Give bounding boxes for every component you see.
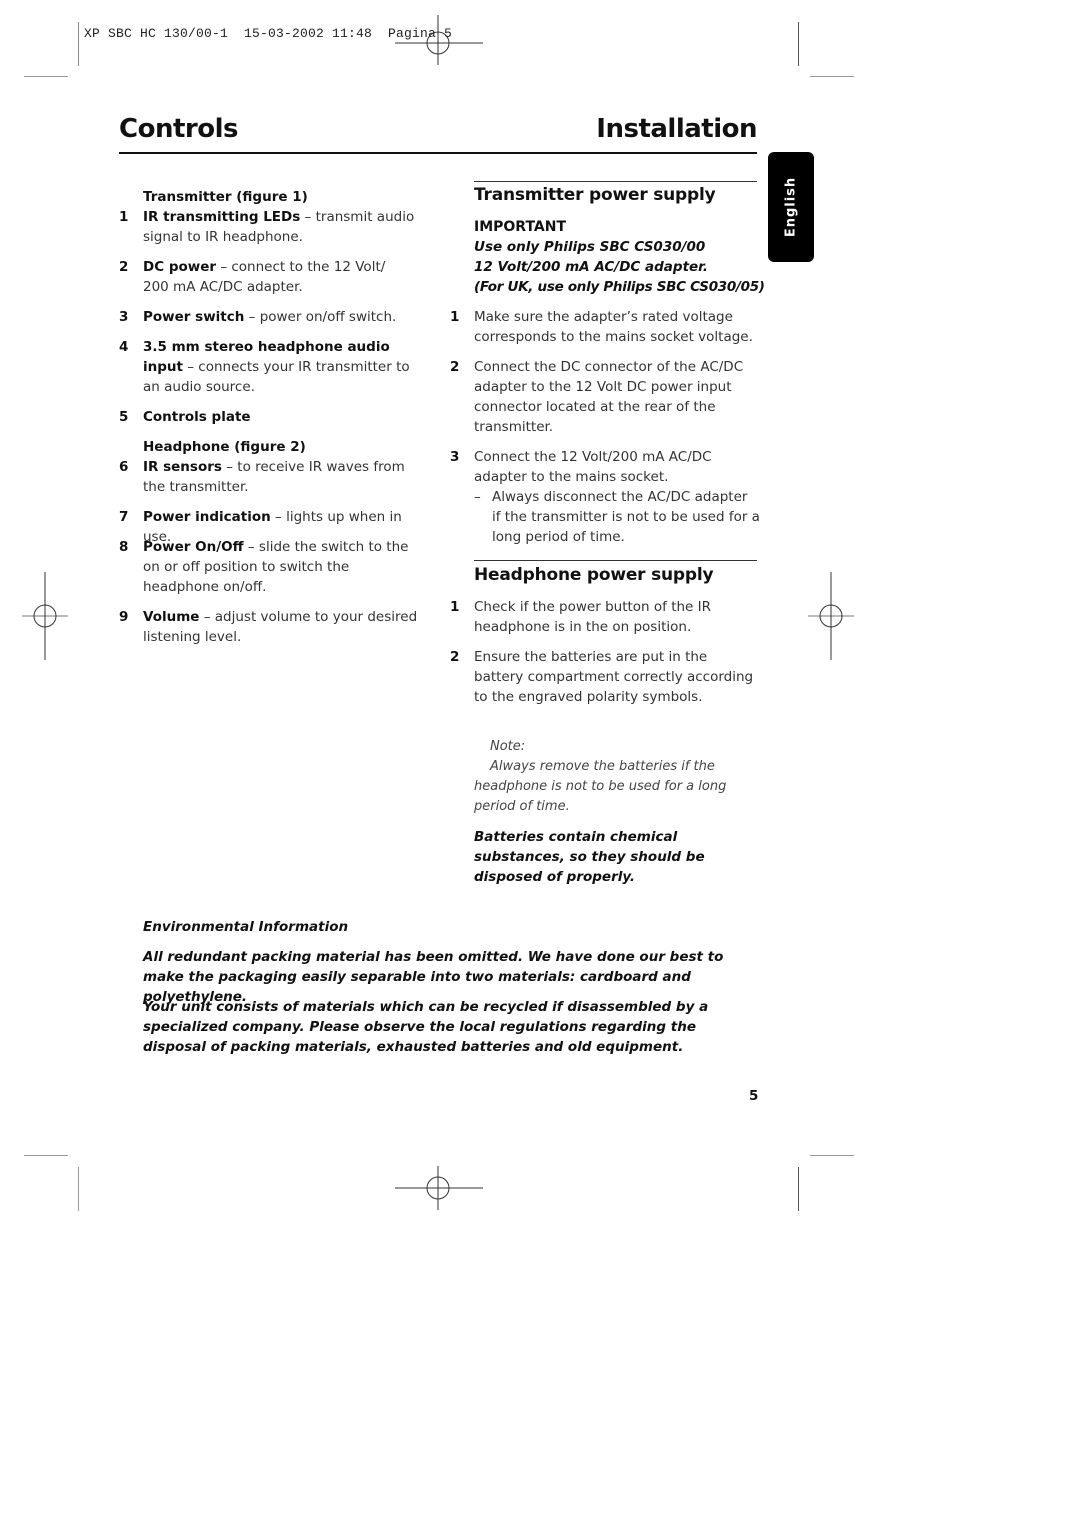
important-line: (For UK, use only Philips SBC CS030/05) [474, 279, 765, 295]
page-title-installation: Installation [596, 114, 757, 144]
section-rule [474, 181, 757, 182]
install-sub-note: – Always disconnect the AC/DC adapter if… [474, 489, 760, 545]
important-line: 12 Volt/200 mA AC/DC adapter. [474, 259, 709, 275]
page-number: 5 [749, 1088, 759, 1104]
install-step: 3 Connect the 12 Volt/200 mA AC/DC adapt… [450, 449, 712, 485]
controls-item: 8 Power On/Off – slide the switch to the… [119, 539, 409, 595]
note-label: Note: [490, 739, 526, 754]
section-rule [474, 560, 757, 561]
controls-item: 9 Volume – adjust volume to your desired… [119, 609, 418, 645]
controls-item: 6 IR sensors – to receive IR waves from … [119, 459, 405, 495]
env-heading: Environmental Information [143, 919, 349, 935]
transmitter-heading: Transmitter (figure 1) [143, 189, 308, 205]
headphone-heading: Headphone (figure 2) [143, 439, 306, 455]
registration-mark-right [808, 572, 854, 660]
controls-item: 3 Power switch – power on/off switch. [119, 309, 397, 325]
install-step: 2 Connect the DC connector of the AC/DC … [450, 359, 744, 435]
install-step: 2 Ensure the batteries are put in the ba… [450, 649, 754, 705]
registration-mark-bottom [395, 1166, 483, 1210]
install-step: 1 Make sure the adapter’s rated voltage … [450, 309, 753, 345]
env-paragraph: Your unit consists of materials which ca… [143, 999, 709, 1055]
crop-mark [810, 1155, 854, 1156]
important-line: Use only Philips SBC CS030/00 [474, 239, 706, 255]
page-title-controls: Controls [119, 114, 238, 144]
crop-mark [798, 22, 799, 66]
headphone-power-heading: Headphone power supply [474, 565, 714, 585]
crop-mark [24, 1155, 68, 1156]
controls-item: 5 Controls plate [119, 409, 251, 425]
crop-mark [24, 76, 68, 77]
language-tab: English [768, 152, 814, 262]
transmitter-power-heading: Transmitter power supply [474, 185, 716, 205]
dash-bullet: – [474, 489, 481, 505]
registration-mark-left [22, 572, 68, 660]
battery-warning: Batteries contain chemical substances, s… [474, 829, 705, 885]
note-text: Always remove the batteries if the headp… [474, 759, 727, 814]
print-slug: XP SBC HC 130/00-1 15-03-2002 11:48 Pagi… [84, 26, 453, 41]
language-tab-label: English [783, 176, 799, 238]
controls-item: 1 IR transmitting LEDs – transmit audio … [119, 209, 415, 245]
install-step: 1 Check if the power button of the IR he… [450, 599, 712, 635]
crop-mark [78, 22, 79, 66]
crop-mark [798, 1167, 799, 1211]
header-rule [119, 152, 757, 154]
crop-mark [810, 76, 854, 77]
important-label: IMPORTANT [474, 219, 567, 235]
controls-item: 4 3.5 mm stereo headphone audio input – … [119, 339, 410, 395]
crop-mark [78, 1167, 79, 1211]
controls-item: 2 DC power – connect to the 12 Volt/ 200… [119, 259, 386, 295]
